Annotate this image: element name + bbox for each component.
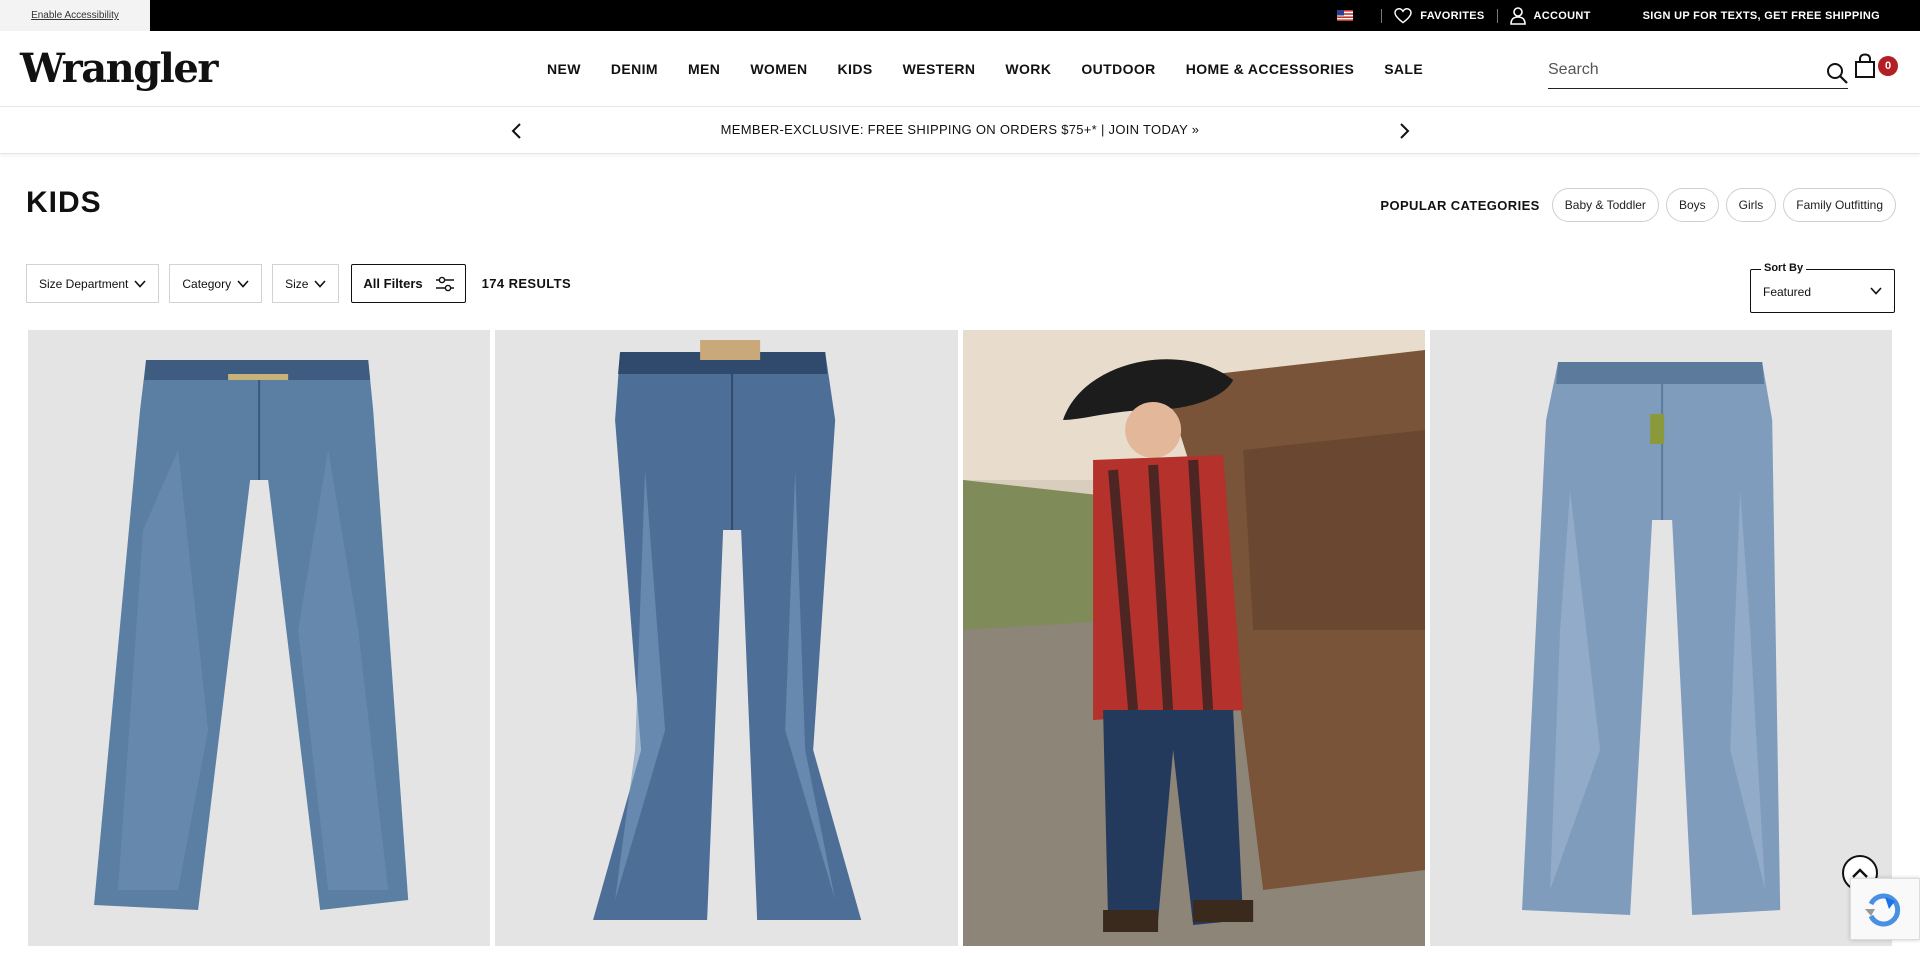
search-icon[interactable] (1826, 62, 1848, 84)
size-label: Size (285, 276, 309, 291)
heart-icon (1394, 7, 1413, 23)
sort-by-value: Featured (1763, 285, 1812, 299)
divider (1381, 8, 1383, 23)
page-title: KIDS (26, 186, 102, 219)
results-count: 174 RESULTS (481, 276, 572, 291)
chevron-down-icon (1870, 287, 1882, 295)
size-department-label: Size Department (39, 276, 129, 291)
popular-categories-label: POPULAR CATEGORIES (1380, 197, 1540, 213)
nav-item-home-accessories[interactable]: HOME & ACCESSORIES (1186, 61, 1354, 77)
chevron-down-icon (314, 279, 327, 288)
recaptcha-icon (1865, 893, 1901, 927)
nav-item-denim[interactable]: DENIM (611, 61, 658, 77)
wrangler-logo[interactable]: Wrangler (20, 45, 218, 92)
product-card[interactable] (1429, 330, 1892, 946)
chevron-down-icon (237, 279, 249, 288)
nav-item-sale[interactable]: SALE (1384, 61, 1423, 77)
product-image-boy-western-outfit[interactable] (962, 330, 1425, 946)
filter-bar: Size Department Category Size All Filter… (26, 264, 571, 303)
category-label: Category (182, 276, 232, 291)
product-card[interactable] (962, 330, 1425, 946)
utility-bar: Enable Accessibility FAVORITES ACCOUNT S… (0, 0, 1920, 31)
size-department-filter[interactable]: Size Department (26, 264, 160, 303)
product-image-slim-straight-jeans[interactable] (1429, 330, 1892, 946)
shopping-bag-icon[interactable] (1854, 53, 1876, 79)
sliders-icon (435, 276, 454, 291)
product-grid (28, 330, 1892, 946)
account-link[interactable]: ACCOUNT (1509, 6, 1591, 25)
site-header: Wrangler NEW DENIM MEN WOMEN KIDS WESTER… (0, 31, 1920, 107)
main-nav: NEW DENIM MEN WOMEN KIDS WESTERN WORK OU… (547, 31, 1423, 107)
category-chip-girls[interactable]: Girls (1725, 188, 1777, 222)
category-filter[interactable]: Category (169, 264, 263, 303)
nav-item-kids[interactable]: KIDS (838, 61, 873, 77)
sort-by-select[interactable]: Sort By Featured (1750, 262, 1895, 313)
category-chip-family-outfitting[interactable]: Family Outfitting (1783, 188, 1896, 222)
chevron-down-icon (134, 279, 146, 288)
utility-links: FAVORITES ACCOUNT SIGN UP FOR TEXTS, GET… (1337, 0, 1880, 31)
favorites-label: FAVORITES (1420, 9, 1485, 22)
favorites-link[interactable]: FAVORITES (1394, 7, 1485, 24)
chevron-right-icon[interactable] (1395, 121, 1413, 141)
promo-text[interactable]: MEMBER-EXCLUSIVE: FREE SHIPPING ON ORDER… (0, 122, 1920, 137)
enable-accessibility-link[interactable]: Enable Accessibility (0, 0, 150, 31)
nav-item-western[interactable]: WESTERN (903, 61, 976, 77)
sort-by-label: Sort By (1761, 262, 1807, 274)
nav-item-work[interactable]: WORK (1005, 61, 1051, 77)
all-filters-button[interactable]: All Filters (351, 264, 466, 303)
search-input[interactable] (1548, 55, 1808, 85)
cart-count-badge: 0 (1878, 56, 1898, 76)
category-chip-boys[interactable]: Boys (1665, 188, 1719, 222)
nav-item-new[interactable]: NEW (547, 61, 581, 77)
size-filter[interactable]: Size (272, 264, 340, 303)
category-chip-baby-toddler[interactable]: Baby & Toddler (1551, 188, 1659, 222)
popular-categories: POPULAR CATEGORIES Baby & Toddler Boys G… (1380, 188, 1896, 222)
nav-item-women[interactable]: WOMEN (750, 61, 807, 77)
product-image-relaxed-boot-jeans[interactable] (28, 330, 491, 946)
product-card[interactable] (495, 330, 958, 946)
user-icon (1509, 6, 1526, 25)
account-label: ACCOUNT (1533, 9, 1591, 22)
us-flag-icon[interactable] (1337, 10, 1354, 21)
all-filters-label: All Filters (363, 276, 423, 291)
promo-banner: MEMBER-EXCLUSIVE: FREE SHIPPING ON ORDER… (0, 108, 1920, 154)
divider (1496, 8, 1498, 23)
nav-item-men[interactable]: MEN (688, 61, 720, 77)
sms-signup-link[interactable]: SIGN UP FOR TEXTS, GET FREE SHIPPING (1643, 10, 1880, 22)
product-card[interactable] (28, 330, 491, 946)
recaptcha-badge (1850, 878, 1920, 940)
product-image-bootcut-jeans[interactable] (495, 330, 958, 946)
nav-item-outdoor[interactable]: OUTDOOR (1081, 61, 1155, 77)
search-bar (1548, 53, 1848, 89)
